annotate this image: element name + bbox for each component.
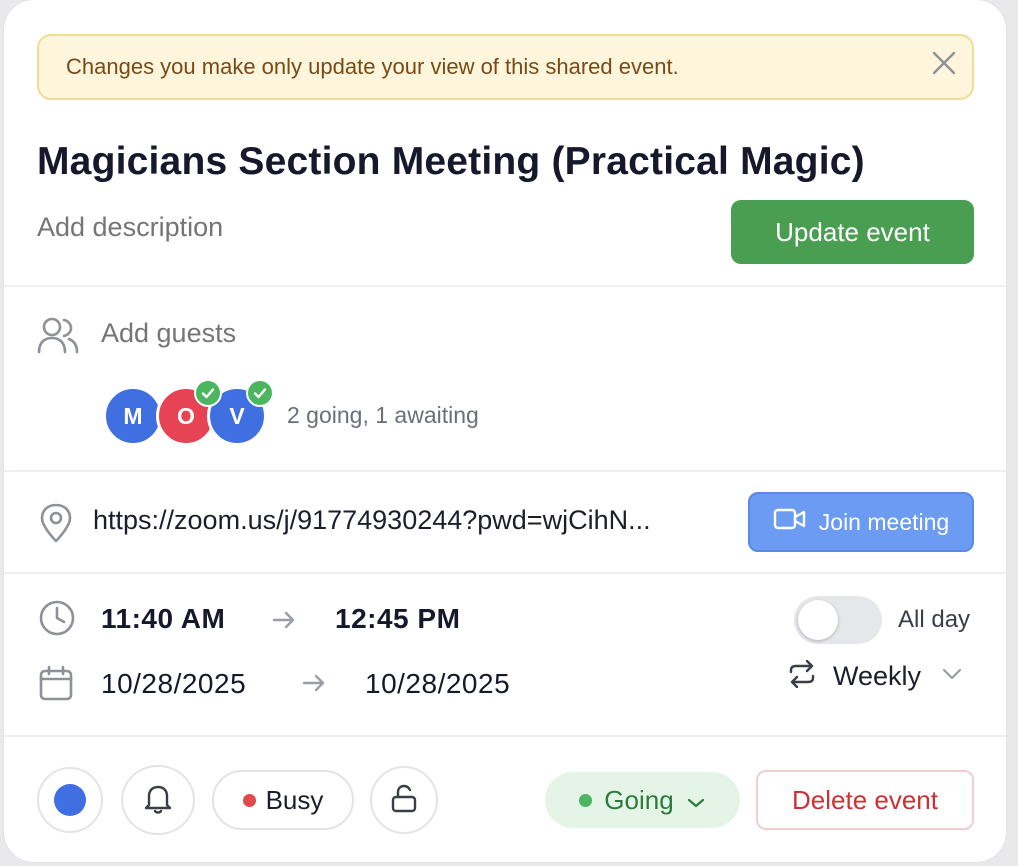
repeat-label: Weekly <box>833 661 922 691</box>
guest-summary: 2 going, 1 awaiting <box>287 402 479 428</box>
all-day-toggle[interactable] <box>794 596 882 644</box>
going-label: Going <box>604 784 674 815</box>
map-pin-icon <box>38 502 74 549</box>
repeat-icon <box>787 659 817 693</box>
event-title[interactable]: Magicians Section Meeting (Practical Mag… <box>37 140 865 184</box>
event-color-button[interactable] <box>37 767 103 833</box>
shared-event-banner: Changes you make only update your view o… <box>37 34 974 100</box>
availability-button[interactable]: Busy <box>212 770 354 830</box>
delete-event-button[interactable]: Delete event <box>756 770 974 830</box>
join-meeting-button[interactable]: Join meeting <box>748 492 974 552</box>
start-time[interactable]: 11:40 AM <box>101 603 225 635</box>
chevron-down-icon <box>686 785 706 816</box>
clock-icon <box>38 599 76 642</box>
avatar-initial: V <box>229 402 245 429</box>
color-swatch <box>54 784 86 816</box>
visibility-button[interactable] <box>370 766 438 834</box>
close-icon[interactable] <box>926 45 962 81</box>
going-status-dot <box>579 793 593 807</box>
meeting-url[interactable]: https://zoom.us/j/91774930244?pwd=wjCihN… <box>93 505 733 536</box>
avatar-initial: M <box>123 402 143 429</box>
unlock-icon <box>389 782 419 819</box>
event-details-panel: Changes you make only update your view o… <box>4 0 1006 862</box>
start-date[interactable]: 10/28/2025 <box>101 668 246 700</box>
busy-status-dot <box>242 793 256 807</box>
users-icon <box>36 316 80 361</box>
toggle-knob <box>798 600 838 640</box>
update-event-button[interactable]: Update event <box>731 200 974 264</box>
arrow-right-icon <box>302 673 326 698</box>
divider <box>4 285 1006 287</box>
add-guests-input[interactable] <box>101 318 601 349</box>
avatar-initial: O <box>177 402 195 429</box>
rsvp-dropdown[interactable]: Going <box>545 772 740 828</box>
end-time[interactable]: 12:45 PM <box>335 603 460 635</box>
description-input[interactable] <box>37 212 637 243</box>
end-date[interactable]: 10/28/2025 <box>365 668 510 700</box>
reminder-button[interactable] <box>121 765 195 835</box>
divider <box>4 572 1006 574</box>
arrow-right-icon <box>272 610 296 635</box>
repeat-dropdown[interactable]: Weekly <box>787 659 963 693</box>
all-day-label: All day <box>898 606 971 633</box>
busy-label: Busy <box>265 784 324 815</box>
bell-icon <box>143 782 173 819</box>
calendar-icon <box>38 664 74 707</box>
divider <box>4 735 1006 737</box>
banner-message: Changes you make only update your view o… <box>66 54 679 79</box>
divider <box>4 470 1006 472</box>
chevron-down-icon <box>941 667 963 686</box>
avatar[interactable]: M <box>103 386 163 446</box>
join-meeting-label: Join meeting <box>818 508 950 535</box>
video-camera-icon <box>773 507 807 537</box>
accepted-check-icon <box>246 379 274 407</box>
accepted-check-icon <box>194 379 222 407</box>
